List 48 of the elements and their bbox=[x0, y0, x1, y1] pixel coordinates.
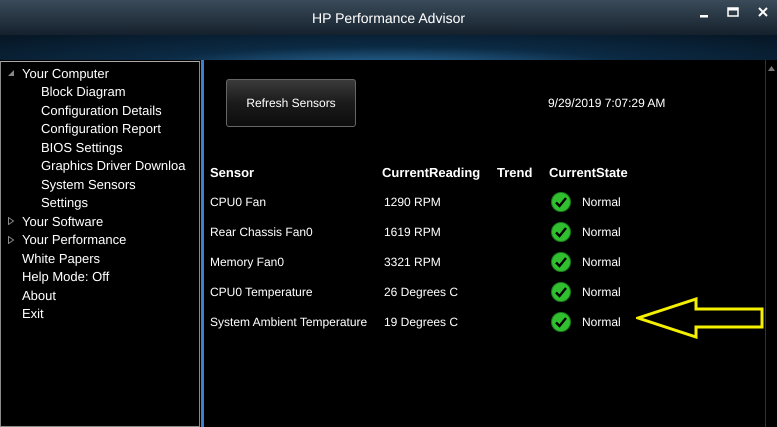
sidebar-item[interactable]: White Papers bbox=[22, 250, 100, 266]
expand-arrow-icon[interactable] bbox=[7, 217, 15, 226]
table-cell-text: CPU0 Temperature bbox=[210, 285, 314, 299]
column-header: Sensor bbox=[210, 164, 256, 180]
table-cell: Normal bbox=[582, 315, 621, 329]
scroll-bar[interactable] bbox=[765, 60, 777, 427]
refresh-button[interactable]: Refresh Sensors bbox=[226, 79, 356, 127]
timestamp: 9/29/2019 7:07:29 AM bbox=[548, 96, 666, 110]
sidebar-item[interactable]: Your Performance bbox=[22, 232, 126, 248]
sidebar-item[interactable]: Your Computer bbox=[22, 66, 109, 81]
window-title: HP Performance Advisor bbox=[312, 10, 466, 26]
sidebar-item[interactable]: Block Diagram bbox=[41, 84, 126, 100]
collapse-arrow-icon[interactable] bbox=[7, 69, 15, 78]
sidebar-item[interactable]: Exit bbox=[22, 306, 44, 322]
scroll-up-icon[interactable] bbox=[768, 66, 775, 71]
sidebar-item[interactable]: Configuration Report bbox=[41, 121, 161, 136]
table-cell-text: Rear Chassis Fan0 bbox=[210, 225, 314, 239]
table-cell-text: 3321 RPM bbox=[383, 255, 442, 269]
maximize-icon[interactable] bbox=[727, 6, 739, 18]
table-cell-text: 1290 RPM bbox=[383, 195, 442, 209]
table-cell-text: CPU0 Fan bbox=[210, 195, 268, 209]
sidebar-item[interactable]: Settings bbox=[41, 195, 88, 210]
column-header: Trend bbox=[497, 164, 534, 180]
sidebar-item[interactable]: Graphics Driver Downloa bbox=[41, 158, 186, 174]
sidebar-item[interactable]: Your Software bbox=[22, 214, 104, 229]
sidebar-item[interactable]: About bbox=[22, 288, 56, 303]
check-icon bbox=[551, 312, 571, 332]
sidebar-item[interactable]: System Sensors bbox=[41, 176, 136, 192]
sidebar-item[interactable]: Configuration Details bbox=[41, 102, 162, 118]
check-icon bbox=[551, 282, 571, 302]
table-cell-text: Memory Fan0 bbox=[210, 255, 286, 269]
check-icon bbox=[551, 222, 571, 242]
table-cell-text: 1619 RPM bbox=[383, 225, 442, 239]
check-icon bbox=[551, 192, 571, 212]
sidebar-item[interactable]: BIOS Settings bbox=[41, 140, 123, 155]
expand-arrow-icon[interactable] bbox=[7, 236, 15, 244]
table-cell: Normal bbox=[582, 285, 621, 299]
table-cell-text: 26 Degrees C bbox=[383, 285, 460, 299]
check-icon bbox=[551, 252, 571, 272]
column-header: CurrentReading bbox=[382, 164, 482, 180]
column-header: CurrentState bbox=[549, 164, 629, 180]
table-cell: Normal bbox=[582, 225, 621, 239]
table-cell-text: 19 Degrees C bbox=[383, 315, 460, 329]
sidebar-item[interactable]: Help Mode: Off bbox=[22, 269, 110, 284]
table-cell-text: System Ambient Temperature bbox=[210, 315, 368, 329]
close-icon[interactable] bbox=[757, 6, 769, 18]
table-cell: Normal bbox=[582, 195, 621, 209]
table-cell: Normal bbox=[582, 255, 621, 269]
